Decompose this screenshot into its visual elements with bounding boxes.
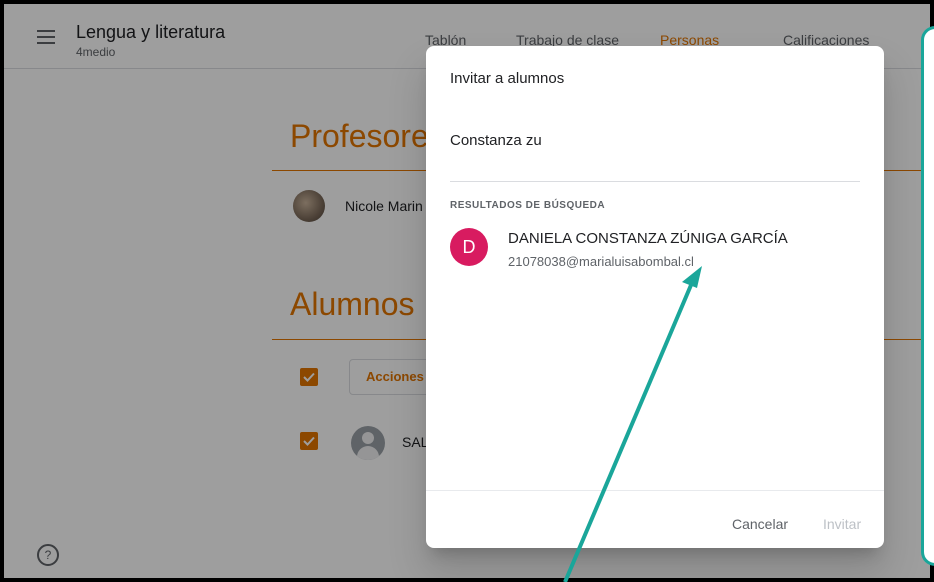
annotation-arrow-icon: [563, 266, 702, 582]
